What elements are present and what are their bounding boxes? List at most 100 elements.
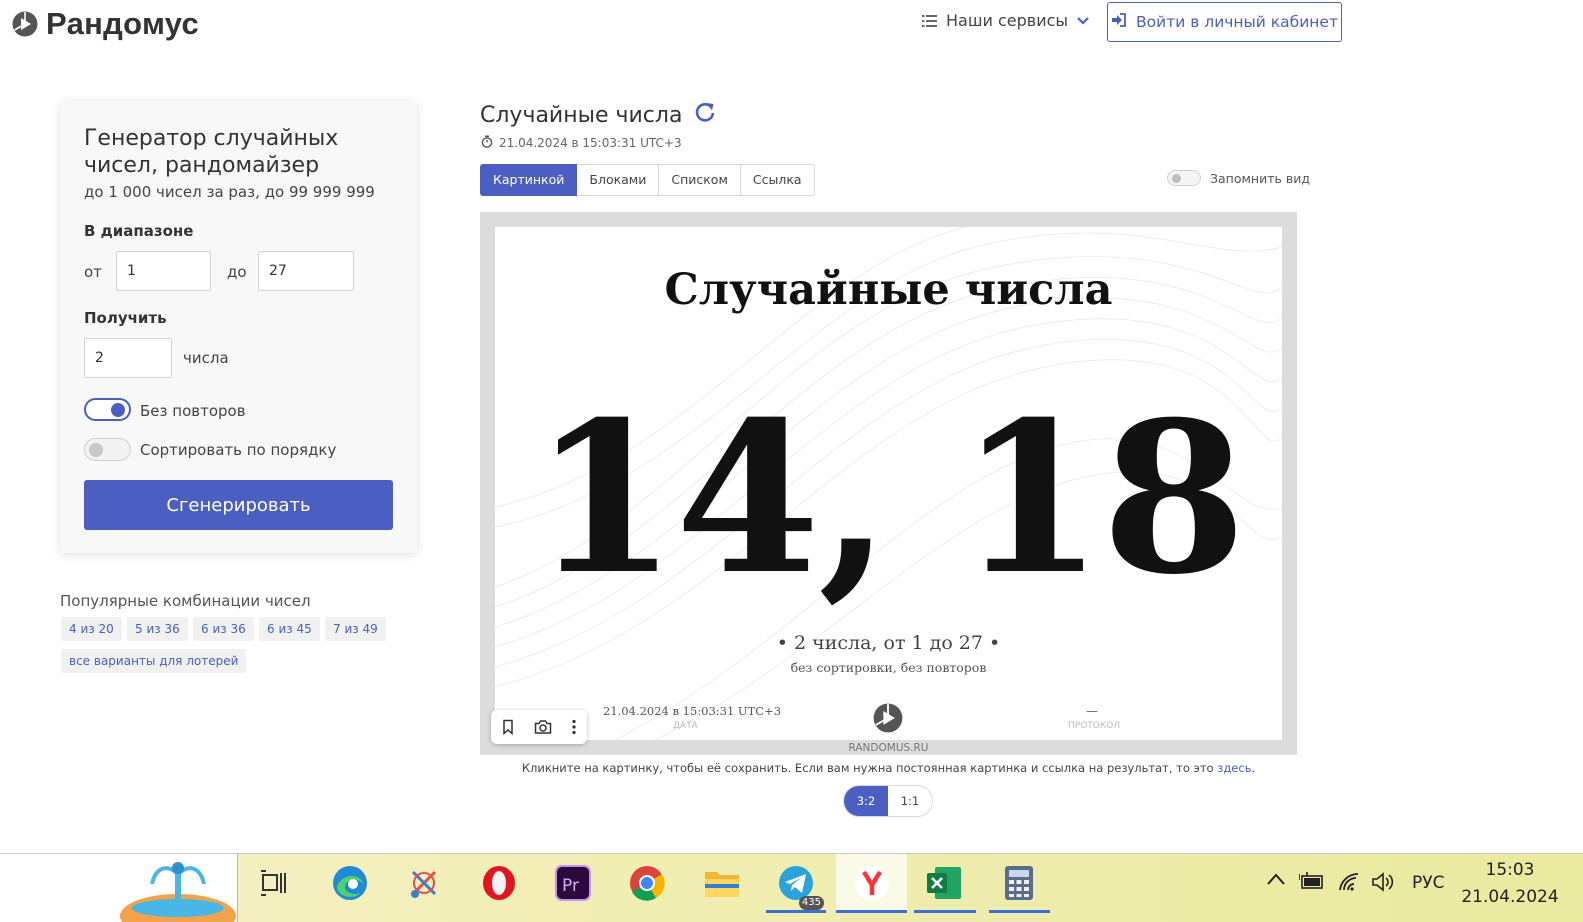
chip-7-of-49[interactable]: 7 из 49 bbox=[325, 617, 386, 641]
view-tabs: Картинкой Блоками Списком Ссылка bbox=[480, 164, 815, 196]
task-view-icon[interactable] bbox=[248, 860, 300, 906]
to-label: до bbox=[227, 263, 247, 281]
chip-5-of-36[interactable]: 5 из 36 bbox=[127, 617, 188, 641]
chip-4-of-20[interactable]: 4 из 20 bbox=[61, 617, 122, 641]
paint-icon[interactable] bbox=[398, 860, 450, 906]
no-repeat-label: Без повторов bbox=[140, 402, 246, 420]
picture-logo-icon bbox=[873, 703, 903, 737]
chip-6-of-36[interactable]: 6 из 36 bbox=[193, 617, 254, 641]
chevron-down-icon bbox=[1076, 16, 1090, 26]
keyboard-language[interactable]: РУС bbox=[1412, 873, 1444, 893]
calculator-icon[interactable] bbox=[993, 860, 1045, 906]
telegram-badge: 435 bbox=[798, 896, 824, 910]
clock-date[interactable]: 21.04.2024 bbox=[1458, 887, 1562, 907]
from-label: от bbox=[84, 263, 102, 281]
excel-active-indicator bbox=[914, 910, 976, 913]
clock-time[interactable]: 15:03 bbox=[1468, 860, 1552, 880]
login-icon bbox=[1111, 12, 1127, 32]
opera-icon[interactable] bbox=[473, 860, 525, 906]
save-hint-end: . bbox=[1251, 761, 1256, 775]
chrome-icon[interactable] bbox=[621, 860, 673, 906]
result-timestamp: 21.04.2024 в 15:03:31 UTC+3 bbox=[481, 135, 682, 151]
picture-flags: без сортировки, без повторов bbox=[790, 660, 987, 675]
range-to-input[interactable] bbox=[258, 251, 354, 291]
range-label: В диапазоне bbox=[84, 222, 194, 240]
picture-numbers: 14, 18 bbox=[532, 377, 1247, 621]
generator-title: Генератор случайных чисел, рандомайзер bbox=[84, 126, 339, 178]
popular-title: Популярные комбинации чисел bbox=[60, 592, 311, 610]
picture-date: 21.04.2024 в 15:03:31 UTC+3 bbox=[603, 704, 782, 718]
tab-picture[interactable]: Картинкой bbox=[480, 164, 578, 196]
ratio-3-2[interactable]: 3:2 bbox=[844, 786, 888, 816]
site-logo[interactable]: Рандомус bbox=[12, 6, 199, 42]
login-button[interactable]: Войти в личный кабинет bbox=[1107, 2, 1342, 42]
telegram-active-indicator bbox=[766, 910, 826, 913]
svg-text:Pr: Pr bbox=[562, 876, 579, 896]
picture-summary: • 2 числа, от 1 до 27 • bbox=[776, 632, 1001, 654]
tab-link[interactable]: Ссылка bbox=[740, 164, 815, 196]
remember-view-toggle[interactable] bbox=[1167, 170, 1201, 186]
chevron-up-icon[interactable] bbox=[1266, 872, 1286, 886]
camera-icon[interactable] bbox=[534, 719, 552, 735]
refresh-icon[interactable] bbox=[694, 101, 716, 129]
yandex-active-indicator bbox=[836, 910, 907, 913]
timestamp-text: 21.04.2024 в 15:03:31 UTC+3 bbox=[499, 136, 682, 150]
no-repeat-toggle[interactable] bbox=[84, 398, 131, 421]
login-label: Войти в личный кабинет bbox=[1136, 13, 1338, 31]
edge-icon[interactable] bbox=[324, 860, 376, 906]
get-label: Получить bbox=[84, 309, 167, 327]
generator-subtitle: до 1 000 чисел за раз, до 99 999 999 bbox=[84, 183, 375, 201]
generate-button[interactable]: Сгенерировать bbox=[84, 480, 393, 530]
save-hint: Кликните на картинку, чтобы её сохранить… bbox=[480, 761, 1297, 775]
save-hint-link[interactable]: здесь bbox=[1217, 761, 1251, 775]
generator-card: Генератор случайных чисел, рандомайзер д… bbox=[60, 101, 417, 553]
stopwatch-icon bbox=[481, 135, 493, 151]
services-menu[interactable]: Наши сервисы bbox=[922, 11, 1090, 30]
tab-blocks[interactable]: Блоками bbox=[577, 164, 660, 196]
wifi-icon[interactable] bbox=[1338, 872, 1360, 892]
result-title: Случайные числа bbox=[480, 101, 716, 129]
weather-widget[interactable] bbox=[0, 854, 238, 922]
result-picture-frame: Случайные числа 14, 18 • 2 числа, от 1 д… bbox=[480, 212, 1297, 755]
more-vertical-icon[interactable] bbox=[571, 719, 577, 735]
battery-icon[interactable] bbox=[1299, 872, 1325, 890]
result-picture[interactable]: Случайные числа 14, 18 • 2 числа, от 1 д… bbox=[495, 227, 1282, 740]
count-input[interactable] bbox=[84, 338, 172, 378]
picture-protocol-caption: ПРОТОКОЛ bbox=[1068, 721, 1121, 731]
remember-view-label: Запомнить вид bbox=[1210, 170, 1310, 186]
premiere-icon[interactable]: Pr bbox=[547, 860, 599, 906]
sort-toggle[interactable] bbox=[84, 438, 131, 461]
chip-all-lotteries[interactable]: все варианты для лотерей bbox=[61, 649, 247, 673]
taskbar: Pr 435 РУС 15:03 21.04.2024 bbox=[0, 853, 1583, 922]
tab-list[interactable]: Списком bbox=[659, 164, 741, 196]
list-icon bbox=[922, 14, 938, 28]
logo-text: Рандомус bbox=[46, 6, 200, 41]
ratio-1-1[interactable]: 1:1 bbox=[888, 786, 932, 816]
calculator-active-indicator bbox=[989, 910, 1050, 913]
logo-icon bbox=[12, 11, 38, 37]
remember-view: Запомнить вид bbox=[1167, 170, 1310, 186]
toggle-knob bbox=[89, 443, 103, 457]
picture-site-label: RANDOMUS.RU bbox=[848, 742, 929, 754]
yandex-browser-icon[interactable] bbox=[836, 854, 907, 912]
file-explorer-icon[interactable] bbox=[696, 860, 748, 906]
fountain-icon bbox=[120, 862, 236, 922]
chip-6-of-45[interactable]: 6 из 45 bbox=[259, 617, 320, 641]
toggle-knob bbox=[1172, 174, 1181, 183]
range-from-input[interactable] bbox=[116, 251, 211, 291]
save-hint-text: Кликните на картинку, чтобы её сохранить… bbox=[521, 761, 1218, 775]
picture-title: Случайные числа bbox=[664, 265, 1113, 315]
result-title-text: Случайные числа bbox=[480, 102, 683, 128]
sort-label: Сортировать по порядку bbox=[140, 441, 337, 459]
picture-date-caption: ДАТА bbox=[673, 721, 698, 731]
bookmark-icon[interactable] bbox=[501, 719, 515, 735]
volume-icon[interactable] bbox=[1371, 872, 1395, 892]
excel-icon[interactable] bbox=[918, 860, 970, 906]
picture-toolbar bbox=[491, 710, 587, 744]
aspect-ratio-switch: 3:2 1:1 bbox=[843, 785, 933, 817]
picture-protocol-value: — bbox=[1086, 704, 1098, 718]
telegram-icon[interactable]: 435 bbox=[770, 860, 824, 910]
services-label: Наши сервисы bbox=[946, 11, 1069, 30]
count-unit: числа bbox=[183, 349, 229, 367]
toggle-knob bbox=[111, 403, 125, 417]
